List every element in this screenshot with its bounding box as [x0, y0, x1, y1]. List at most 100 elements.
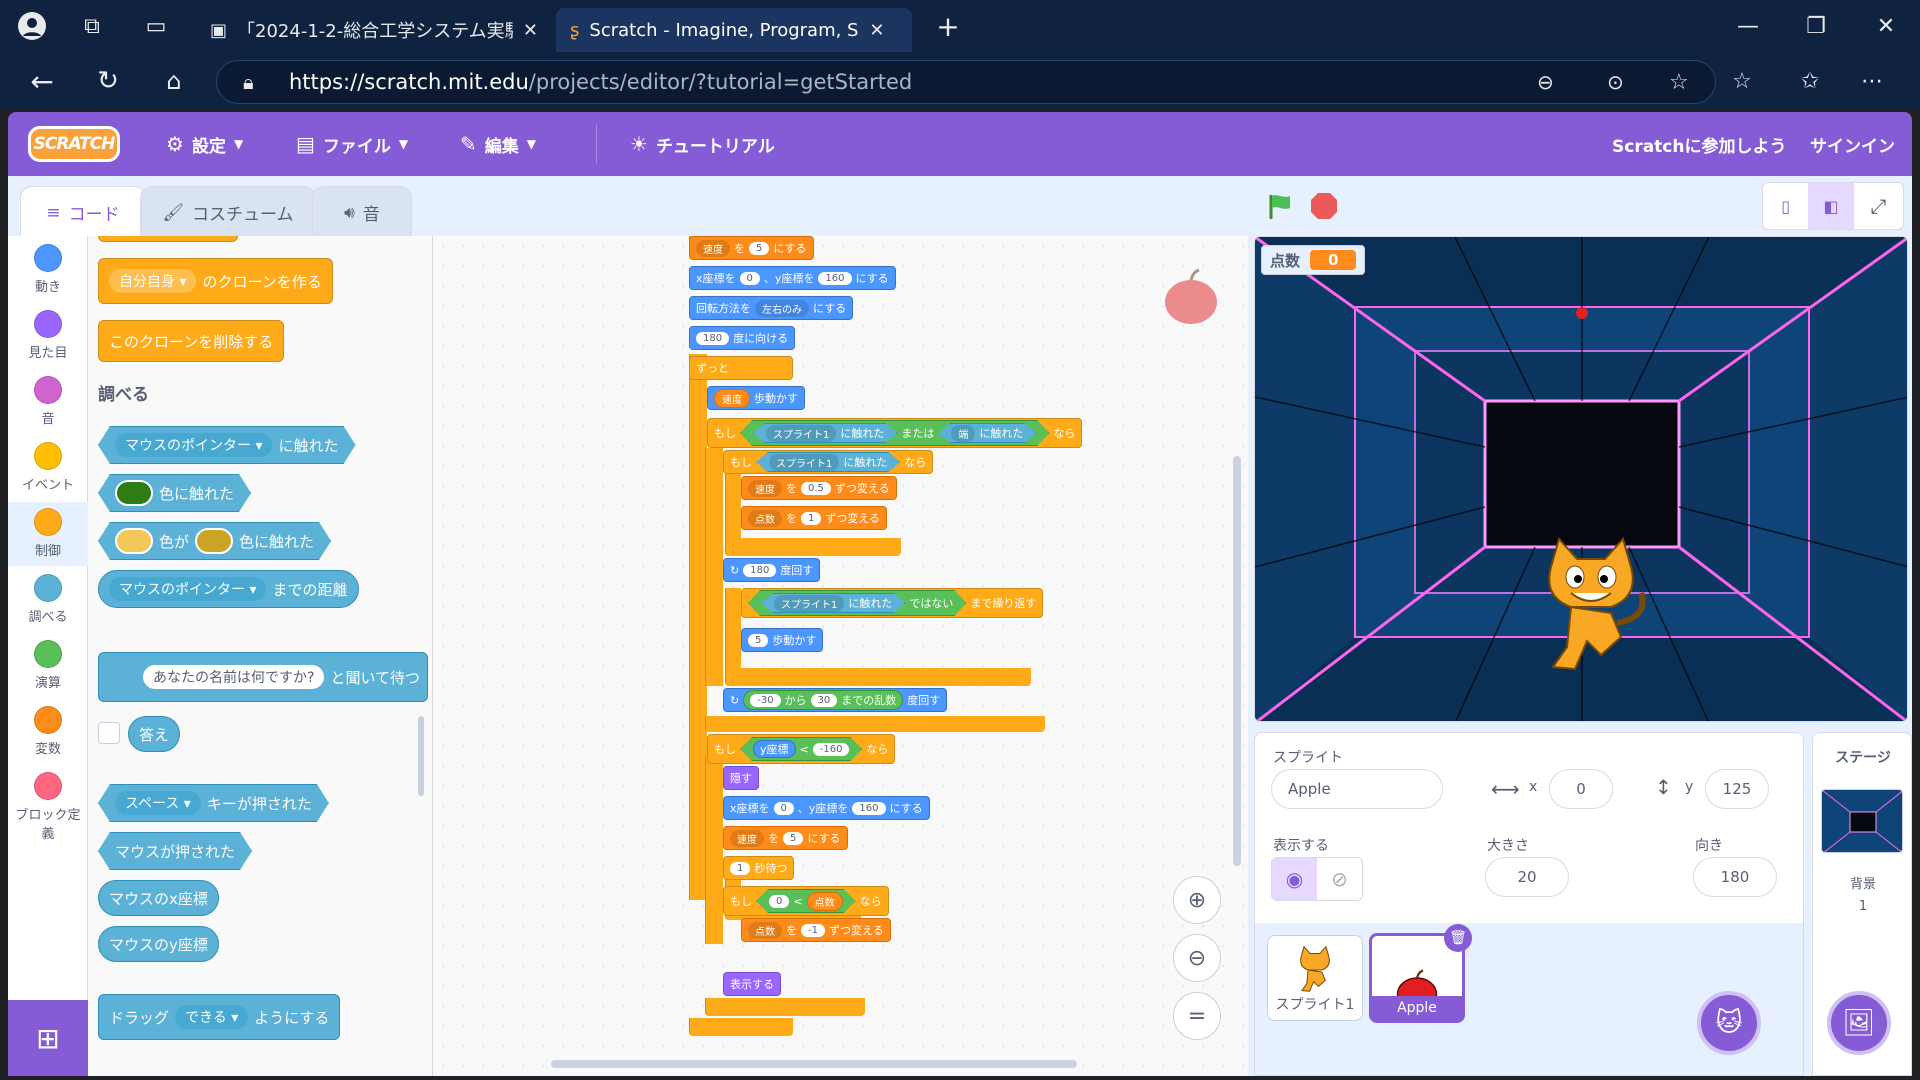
- block-answer[interactable]: 答え: [128, 716, 181, 752]
- minimize-icon[interactable]: —: [1728, 6, 1768, 46]
- tab-actions-icon[interactable]: ▭: [136, 6, 176, 46]
- value-input[interactable]: -1: [801, 923, 825, 937]
- y-position-reporter[interactable]: y座標: [753, 740, 796, 758]
- new-tab-icon[interactable]: +: [928, 6, 968, 46]
- repeat-until-block[interactable]: スプライト1 に触れた ではない まで繰り返す: [741, 588, 1044, 618]
- if-y-block[interactable]: もし y座標 < -160 なら: [707, 734, 896, 764]
- y-input[interactable]: 160: [852, 801, 886, 815]
- change-speed-block[interactable]: 速度を 0.5 ずつ変える: [741, 476, 897, 500]
- x-input[interactable]: 0: [773, 801, 794, 815]
- value-input[interactable]: 30: [810, 693, 838, 707]
- set-speed-block-2[interactable]: 速度を 5 にする: [723, 826, 848, 850]
- show-sprite-button[interactable]: ◉: [1272, 858, 1317, 900]
- value-input[interactable]: -160: [813, 743, 850, 756]
- score-monitor[interactable]: 点数 0: [1261, 245, 1366, 275]
- category-looks[interactable]: 見た目: [8, 304, 88, 368]
- close-icon[interactable]: ✕: [523, 20, 538, 41]
- stage-canvas[interactable]: 点数 0: [1254, 236, 1908, 722]
- set-speed-block[interactable]: 速度を 5 にする: [689, 236, 814, 260]
- distance-target-dropdown[interactable]: マウスのポインター ▾: [109, 577, 267, 601]
- goto-xy-block-2[interactable]: x座標を 0 、y座標を 160 にする: [723, 796, 930, 820]
- tab-code[interactable]: ≡ コード: [20, 186, 146, 238]
- goto-xy-block[interactable]: x座標を 0 、y座標を 160 にする: [689, 266, 896, 290]
- sign-in-link[interactable]: サインイン: [1810, 112, 1895, 176]
- stop-button[interactable]: [1306, 188, 1342, 224]
- change-score-block-2[interactable]: 点数を -1 ずつ変える: [741, 918, 891, 942]
- touching-edge[interactable]: 端に触れた: [938, 423, 1036, 443]
- value-input[interactable]: 0: [769, 895, 789, 908]
- script-vertical-scrollbar[interactable]: [1233, 456, 1241, 866]
- zoom-out-button[interactable]: ⊖: [1173, 934, 1221, 982]
- sprite-dropdown[interactable]: スプライト1: [774, 595, 844, 612]
- favorites-icon[interactable]: ✩: [1790, 61, 1830, 101]
- tutorial-button[interactable]: ☀ チュートリアル: [630, 112, 775, 176]
- or-operator[interactable]: スプライト1 に触れた または 端に触れた: [740, 420, 1049, 446]
- move-speed-block[interactable]: 速度 歩動かす: [707, 386, 805, 410]
- drag-mode-dropdown[interactable]: できる ▾: [175, 1005, 249, 1029]
- category-my-blocks[interactable]: ブロック定義: [8, 766, 88, 846]
- score-reporter[interactable]: 点数: [807, 892, 843, 911]
- var-dropdown[interactable]: 速度: [730, 829, 764, 847]
- block-mouse-down[interactable]: マウスが押された: [98, 832, 252, 870]
- hide-sprite-button[interactable]: ⊘: [1317, 858, 1362, 900]
- workspaces-icon[interactable]: ⧉: [72, 6, 112, 46]
- forever-block[interactable]: ずっと: [689, 356, 793, 380]
- rotation-style-block[interactable]: 回転方法を 左右のみ にする: [689, 296, 854, 320]
- touching-sprite1[interactable]: スプライト1 に触れた: [761, 593, 905, 613]
- lt-operator[interactable]: y座標 < -160: [740, 737, 862, 761]
- speed-reporter[interactable]: 速度: [714, 388, 750, 408]
- reading-icon[interactable]: ⊙: [1607, 70, 1624, 94]
- var-dropdown[interactable]: 速度: [748, 479, 782, 497]
- touching-sprite1[interactable]: スプライト1 に触れた: [753, 423, 897, 443]
- random-operator[interactable]: -30 から 30 までの乱数: [743, 690, 904, 710]
- direction-input[interactable]: 180: [1693, 857, 1777, 897]
- add-sprite-button[interactable]: 🐱︎: [1697, 991, 1761, 1055]
- browser-tab-1[interactable]: ▣ 「2024-1-2-総合工学システム実験実 ✕: [196, 8, 552, 52]
- turn-random-block[interactable]: ↻ -30 から 30 までの乱数 度回す: [723, 688, 948, 712]
- x-input[interactable]: 0: [739, 271, 760, 285]
- close-icon[interactable]: ✕: [869, 20, 884, 41]
- fullscreen-button[interactable]: ⤢: [1854, 183, 1903, 229]
- block-touching[interactable]: マウスのポインター ▾ に触れた: [98, 426, 356, 464]
- category-sound[interactable]: 音: [8, 370, 88, 434]
- palette-scrollbar[interactable]: [418, 716, 424, 796]
- category-motion[interactable]: 動き: [8, 238, 88, 302]
- show-block[interactable]: 表示する: [723, 972, 781, 996]
- turn-block[interactable]: ↻ 180 度回す: [723, 558, 821, 582]
- touching-target-dropdown[interactable]: マウスのポインター ▾: [115, 433, 272, 457]
- large-stage-button[interactable]: ◧: [1808, 183, 1854, 229]
- settings-menu[interactable]: ⚙ 設定 ▼: [166, 112, 243, 176]
- zoom-in-button[interactable]: ⊕: [1173, 876, 1221, 924]
- profile-icon[interactable]: [12, 6, 52, 46]
- wait-block[interactable]: 1 秒待つ: [723, 856, 795, 880]
- point-direction-block[interactable]: 180 度に向ける: [689, 326, 796, 350]
- join-scratch-link[interactable]: Scratchに参加しよう: [1612, 112, 1786, 176]
- touching-sprite1[interactable]: スプライト1 に触れた: [756, 452, 900, 472]
- block-delete-clone[interactable]: このクローンを削除する: [98, 320, 285, 362]
- seconds-input[interactable]: 1: [730, 861, 751, 875]
- block-ask-and-wait[interactable]: あなたの名前は何ですか? と聞いて待つ: [98, 652, 428, 702]
- more-menu-icon[interactable]: ⋯: [1852, 61, 1892, 101]
- block-set-drag-mode[interactable]: ドラッグ できる ▾ ようにする: [98, 994, 341, 1040]
- sprite-dropdown[interactable]: スプライト1: [769, 454, 839, 471]
- category-variables[interactable]: 変数: [8, 700, 88, 764]
- value-input[interactable]: 1: [801, 511, 822, 525]
- tab-sound[interactable]: 🔊︎ 音: [312, 186, 412, 238]
- value-input[interactable]: 0.5: [801, 481, 831, 495]
- answer-monitor-checkbox[interactable]: [98, 722, 120, 744]
- var-dropdown[interactable]: 点数: [748, 921, 782, 939]
- x-input[interactable]: 0: [1549, 769, 1613, 809]
- color-swatch[interactable]: [115, 480, 153, 506]
- zoom-out-icon[interactable]: ⊖: [1537, 70, 1554, 94]
- block-key-pressed[interactable]: スペース ▾ キーが押された: [98, 784, 329, 822]
- category-events[interactable]: イベント: [8, 436, 88, 500]
- clone-target-dropdown[interactable]: 自分自身 ▾: [109, 269, 197, 293]
- block-touching-color[interactable]: 色に触れた: [98, 474, 251, 512]
- y-input[interactable]: 160: [818, 271, 852, 285]
- block-create-clone[interactable]: 自分自身 ▾ のクローンを作る: [98, 258, 333, 304]
- y-input[interactable]: 125: [1705, 769, 1769, 809]
- color-swatch[interactable]: [115, 528, 153, 554]
- change-score-block[interactable]: 点数を 1 ずつ変える: [741, 506, 888, 530]
- restore-icon[interactable]: ❐: [1796, 6, 1836, 46]
- not-operator[interactable]: スプライト1 に触れた ではない: [748, 590, 966, 616]
